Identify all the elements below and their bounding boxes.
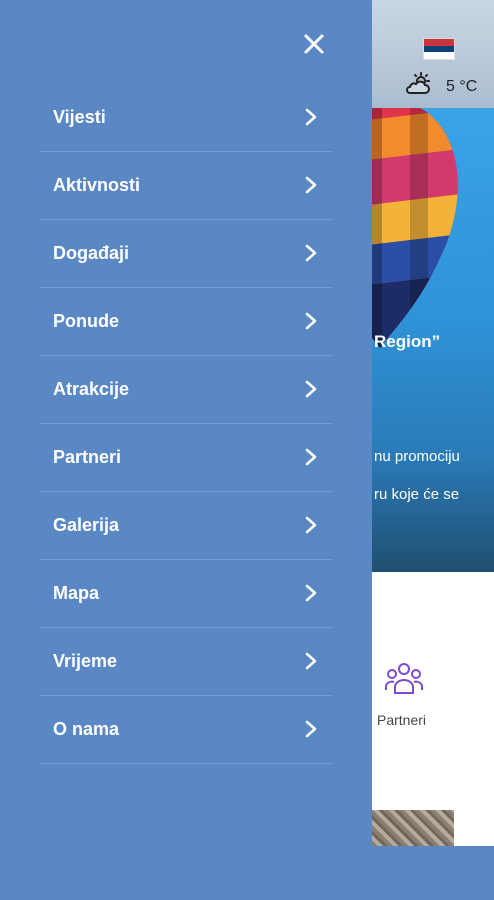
menu-item-vijesti[interactable]: Vijesti <box>40 84 332 152</box>
menu-item-partneri[interactable]: Partneri <box>40 424 332 492</box>
menu-item-ponude[interactable]: Ponude <box>40 288 332 356</box>
menu-item-label: Vrijeme <box>53 651 118 671</box>
chevron-right-icon <box>305 720 317 738</box>
temperature-readout: 5 °C <box>446 78 478 95</box>
users-group-icon[interactable] <box>384 660 424 696</box>
chevron-right-icon <box>305 244 317 262</box>
chevron-right-icon <box>305 448 317 466</box>
menu-item-label: Mapa <box>53 583 100 603</box>
hero-description-line: ru koje će se <box>374 486 460 503</box>
chevron-right-icon <box>305 176 317 194</box>
menu-item-dogadaji[interactable]: Događaji <box>40 220 332 288</box>
menu-item-label: O nama <box>53 719 120 739</box>
serbia-flag-icon[interactable] <box>423 38 455 60</box>
navigation-drawer: Vijesti Aktivnosti Događaji Ponude Atrak… <box>0 0 372 900</box>
menu-item-galerija[interactable]: Galerija <box>40 492 332 560</box>
menu-item-o-nama[interactable]: O nama <box>40 696 332 764</box>
menu-item-label: Atrakcije <box>53 379 130 399</box>
hero-description-line: nu promociju <box>374 448 460 465</box>
menu-item-label: Galerija <box>53 515 120 535</box>
chevron-right-icon <box>305 312 317 330</box>
drawer-menu: Vijesti Aktivnosti Događaji Ponude Atrak… <box>40 84 332 764</box>
chevron-right-icon <box>305 516 317 534</box>
close-icon[interactable] <box>300 30 328 58</box>
hero-title: Region” <box>374 332 441 351</box>
menu-item-vrijeme[interactable]: Vrijeme <box>40 628 332 696</box>
gallery-thumbnail[interactable] <box>372 810 454 846</box>
chevron-right-icon <box>305 652 317 670</box>
chevron-right-icon <box>305 584 317 602</box>
chevron-right-icon <box>305 108 317 126</box>
quick-link-label-partneri[interactable]: Partneri <box>377 712 426 728</box>
menu-item-aktivnosti[interactable]: Aktivnosti <box>40 152 332 220</box>
menu-item-label: Partneri <box>53 447 122 467</box>
menu-item-label: Vijesti <box>53 107 106 127</box>
menu-item-atrakcije[interactable]: Atrakcije <box>40 356 332 424</box>
menu-item-label: Aktivnosti <box>53 175 141 195</box>
partly-cloudy-icon <box>406 72 430 94</box>
chevron-right-icon <box>305 380 317 398</box>
menu-item-label: Događaji <box>53 243 130 263</box>
menu-item-label: Ponude <box>53 311 119 331</box>
menu-item-mapa[interactable]: Mapa <box>40 560 332 628</box>
